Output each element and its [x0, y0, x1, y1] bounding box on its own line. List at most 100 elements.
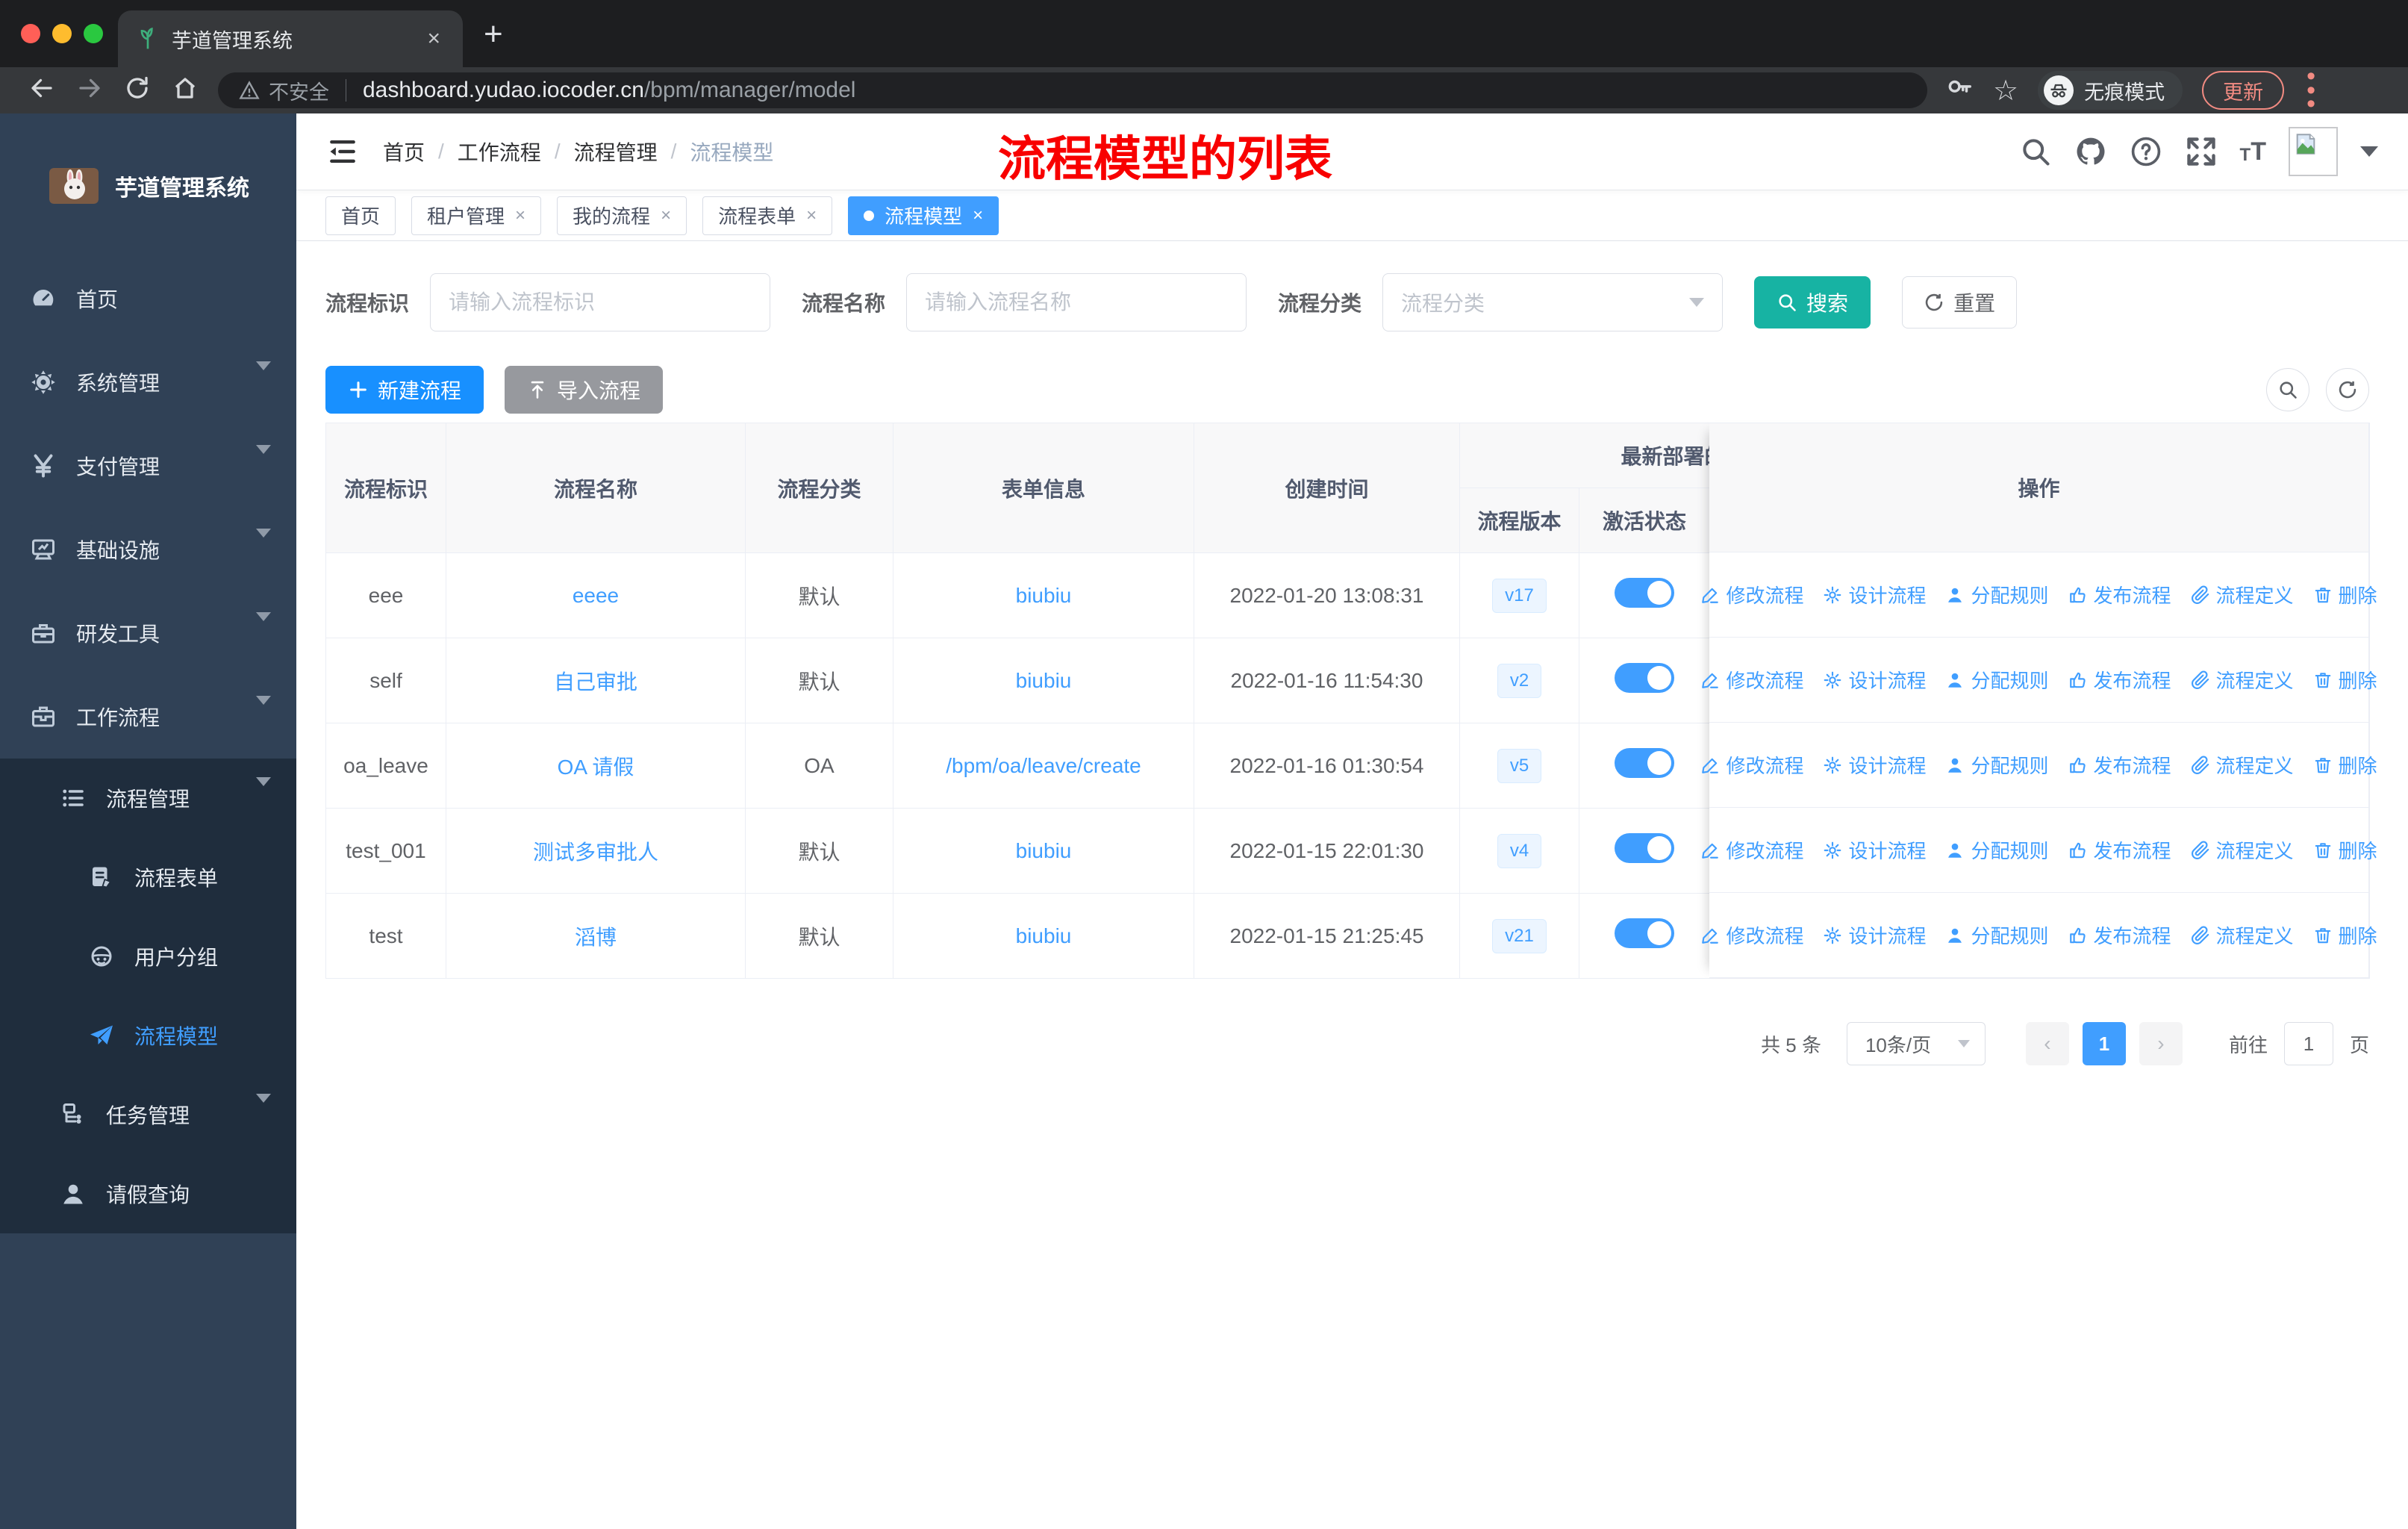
close-icon[interactable]: ×: [973, 205, 983, 226]
version-badge[interactable]: v17: [1492, 578, 1547, 613]
current-page-button[interactable]: 1: [2082, 1022, 2126, 1065]
delete-process-link[interactable]: 删除: [2313, 666, 2377, 694]
edit-process-link[interactable]: 修改流程: [1700, 581, 1803, 608]
delete-process-link[interactable]: 删除: [2313, 836, 2377, 864]
active-toggle[interactable]: [1615, 578, 1674, 608]
assign-rule-link[interactable]: 分配规则: [1945, 666, 2049, 694]
forward-icon[interactable]: [66, 75, 113, 107]
close-icon[interactable]: ×: [515, 205, 525, 226]
breadcrumb-home[interactable]: 首页: [383, 137, 425, 166]
tag-process-form[interactable]: 流程表单 ×: [702, 196, 833, 235]
sidebar-item-infra[interactable]: 基础设施: [0, 508, 296, 591]
breadcrumb-workflow[interactable]: 工作流程: [458, 137, 541, 166]
update-button[interactable]: 更新: [2202, 71, 2285, 110]
tag-home[interactable]: 首页: [325, 196, 396, 235]
prev-page-button[interactable]: ‹: [2025, 1022, 2069, 1065]
delete-process-link[interactable]: 删除: [2313, 581, 2377, 608]
sidebar-item-devtools[interactable]: 研发工具: [0, 591, 296, 675]
active-toggle[interactable]: [1615, 833, 1674, 863]
search-button[interactable]: 搜索: [1754, 276, 1871, 328]
sidebar-item-process-model[interactable]: 流程模型: [0, 996, 296, 1075]
edit-process-link[interactable]: 修改流程: [1700, 921, 1803, 949]
design-process-link[interactable]: 设计流程: [1823, 921, 1926, 949]
close-icon[interactable]: ×: [806, 205, 817, 226]
minimize-window-button[interactable]: [52, 24, 72, 43]
key-icon[interactable]: [1945, 75, 1974, 107]
browser-tab[interactable]: 芋道管理系统 ×: [118, 10, 463, 67]
assign-rule-link[interactable]: 分配规则: [1945, 751, 2049, 779]
form-link[interactable]: biubiu: [1016, 839, 1072, 862]
process-category-select[interactable]: 流程分类: [1382, 273, 1724, 331]
toggle-search-button[interactable]: [2266, 368, 2309, 411]
process-name-link[interactable]: 自己审批: [554, 670, 637, 694]
publish-process-link[interactable]: 发布流程: [2068, 921, 2171, 949]
active-toggle[interactable]: [1615, 918, 1674, 948]
sidebar-item-process-form[interactable]: 流程表单: [0, 838, 296, 917]
sidebar-item-task-manage[interactable]: 任务管理: [0, 1075, 296, 1154]
design-process-link[interactable]: 设计流程: [1823, 836, 1926, 864]
font-size-icon[interactable]: TT: [2240, 139, 2266, 164]
app-logo[interactable]: 芋道管理系统: [0, 145, 296, 227]
github-icon[interactable]: [2074, 135, 2107, 168]
edit-process-link[interactable]: 修改流程: [1700, 836, 1803, 864]
sidebar-item-process-manage[interactable]: 流程管理: [0, 759, 296, 838]
active-toggle[interactable]: [1615, 663, 1674, 693]
back-icon[interactable]: [18, 75, 66, 107]
process-name-link[interactable]: eeee: [573, 584, 619, 607]
refresh-table-button[interactable]: [2326, 368, 2369, 411]
search-icon[interactable]: [2019, 135, 2052, 168]
publish-process-link[interactable]: 发布流程: [2068, 836, 2171, 864]
design-process-link[interactable]: 设计流程: [1823, 751, 1926, 779]
bookmark-star-icon[interactable]: ☆: [1993, 74, 2018, 108]
edit-process-link[interactable]: 修改流程: [1700, 666, 1803, 694]
process-definition-link[interactable]: 流程定义: [2191, 836, 2294, 864]
create-process-button[interactable]: 新建流程: [325, 366, 484, 414]
version-badge[interactable]: v2: [1497, 663, 1542, 698]
avatar-caret-icon[interactable]: [2360, 146, 2378, 157]
page-size-select[interactable]: 10条/页: [1846, 1022, 1986, 1065]
publish-process-link[interactable]: 发布流程: [2068, 666, 2171, 694]
next-page-button[interactable]: ›: [2139, 1022, 2183, 1065]
sidebar-item-user-group[interactable]: 用户分组: [0, 917, 296, 996]
assign-rule-link[interactable]: 分配规则: [1945, 921, 2049, 949]
process-name-input[interactable]: [906, 273, 1247, 331]
sidebar-item-payment[interactable]: 支付管理: [0, 424, 296, 508]
form-link[interactable]: biubiu: [1016, 924, 1072, 947]
process-name-link[interactable]: 滔博: [575, 926, 617, 949]
security-warning[interactable]: 不安全: [239, 76, 329, 105]
breadcrumb-process-manage[interactable]: 流程管理: [574, 137, 658, 166]
process-definition-link[interactable]: 流程定义: [2191, 581, 2294, 608]
fullscreen-icon[interactable]: [2185, 135, 2218, 168]
active-toggle[interactable]: [1615, 748, 1674, 778]
process-name-link[interactable]: OA 请假: [558, 756, 634, 779]
tag-process-model[interactable]: 流程模型 ×: [848, 196, 999, 235]
process-name-link[interactable]: 测试多审批人: [533, 841, 658, 864]
assign-rule-link[interactable]: 分配规则: [1945, 581, 2049, 608]
tag-tenant[interactable]: 租户管理 ×: [411, 196, 542, 235]
design-process-link[interactable]: 设计流程: [1823, 666, 1926, 694]
reset-button[interactable]: 重置: [1902, 276, 2018, 328]
tab-close-icon[interactable]: ×: [422, 26, 445, 52]
tag-my-process[interactable]: 我的流程 ×: [557, 196, 687, 235]
publish-process-link[interactable]: 发布流程: [2068, 751, 2171, 779]
form-link[interactable]: biubiu: [1016, 584, 1072, 607]
assign-rule-link[interactable]: 分配规则: [1945, 836, 2049, 864]
process-definition-link[interactable]: 流程定义: [2191, 666, 2294, 694]
process-definition-link[interactable]: 流程定义: [2191, 921, 2294, 949]
version-badge[interactable]: v4: [1497, 833, 1542, 868]
publish-process-link[interactable]: 发布流程: [2068, 581, 2171, 608]
edit-process-link[interactable]: 修改流程: [1700, 751, 1803, 779]
sidebar-item-workflow[interactable]: 工作流程: [0, 675, 296, 759]
process-definition-link[interactable]: 流程定义: [2191, 751, 2294, 779]
sidebar-item-leave-query[interactable]: 请假查询: [0, 1154, 296, 1233]
sidebar-item-home[interactable]: 首页: [0, 257, 296, 340]
close-window-button[interactable]: [21, 24, 40, 43]
sidebar-item-system[interactable]: 系统管理: [0, 340, 296, 424]
zoom-window-button[interactable]: [84, 24, 103, 43]
close-icon[interactable]: ×: [661, 205, 671, 226]
avatar[interactable]: [2289, 127, 2338, 176]
import-process-button[interactable]: 导入流程: [505, 366, 664, 414]
form-link[interactable]: biubiu: [1016, 669, 1072, 692]
version-badge[interactable]: v5: [1497, 748, 1542, 783]
address-bar[interactable]: 不安全 dashboard.yudao.iocoder.cn/bpm/manag…: [218, 72, 1927, 108]
